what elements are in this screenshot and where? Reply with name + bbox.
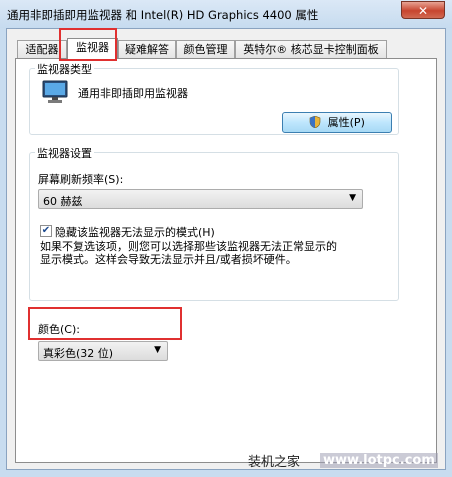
colors-value: 真彩色(32 位) bbox=[43, 347, 114, 360]
monitor-tab-panel: 监视器类型 通用非即插即用监视器 属性(P) 监视器设置 屏幕刷新频率(S): bbox=[15, 58, 437, 463]
tab-label: 疑难解答 bbox=[125, 43, 169, 56]
window-title: 通用非即插即用监视器 和 Intel(R) HD Graphics 4400 属… bbox=[7, 8, 319, 22]
monitor-settings-group: 监视器设置 屏幕刷新频率(S): 60 赫兹 ▼ ✔ 隐藏该监视器无法显示的模式… bbox=[29, 145, 399, 301]
monitor-icon bbox=[42, 80, 68, 103]
watermark-url: www.lotpc.com bbox=[320, 453, 438, 468]
highlight-box-monitor-tab bbox=[59, 28, 117, 61]
tab-label: 适配器 bbox=[25, 43, 59, 56]
dropdown-arrow-icon: ▼ bbox=[349, 193, 356, 203]
tab-label: 颜色管理 bbox=[183, 43, 228, 56]
monitor-settings-group-label: 监视器设置 bbox=[35, 145, 94, 161]
shield-icon bbox=[309, 115, 321, 129]
properties-button-label: 属性(P) bbox=[327, 116, 365, 129]
monitor-type-group-label: 监视器类型 bbox=[35, 61, 94, 77]
refresh-rate-value: 60 赫兹 bbox=[43, 195, 83, 208]
monitor-type-group: 监视器类型 通用非即插即用监视器 属性(P) bbox=[29, 61, 399, 135]
tab-troubleshoot[interactable]: 疑难解答 bbox=[118, 40, 176, 58]
tab-intel-control-panel[interactable]: 英特尔® 核芯显卡控制面板 bbox=[235, 40, 387, 58]
refresh-rate-select[interactable]: 60 赫兹 ▼ bbox=[38, 189, 363, 209]
hide-modes-label: 隐藏该监视器无法显示的模式(H) bbox=[55, 226, 215, 239]
monitor-name: 通用非即插即用监视器 bbox=[78, 87, 188, 100]
tab-label: 英特尔® 核芯显卡控制面板 bbox=[243, 43, 379, 56]
close-button[interactable]: ✕ bbox=[401, 1, 445, 19]
tab-color-management[interactable]: 颜色管理 bbox=[176, 40, 235, 58]
properties-dialog: 适配器 监视器 疑难解答 颜色管理 英特尔® 核芯显卡控制面板 监视器类型 通用… bbox=[6, 28, 446, 470]
hide-modes-checkbox[interactable]: ✔ bbox=[40, 225, 52, 237]
dropdown-arrow-icon: ▼ bbox=[154, 345, 161, 355]
highlight-box-colors bbox=[28, 307, 182, 340]
description-line-2: 显示模式。这样会导致无法显示并且/或者损坏硬件。 bbox=[40, 253, 297, 266]
refresh-rate-label: 屏幕刷新频率(S): bbox=[38, 173, 124, 186]
close-icon: ✕ bbox=[417, 4, 429, 18]
description-line-1: 如果不复选该项，则您可以选择那些该监视器无法正常显示的 bbox=[40, 240, 337, 253]
title-bar: 通用非即插即用监视器 和 Intel(R) HD Graphics 4400 属… bbox=[0, 0, 452, 28]
colors-select[interactable]: 真彩色(32 位) ▼ bbox=[38, 341, 168, 361]
watermark-site-name: 装机之家 bbox=[248, 455, 301, 470]
properties-button[interactable]: 属性(P) bbox=[282, 112, 392, 133]
